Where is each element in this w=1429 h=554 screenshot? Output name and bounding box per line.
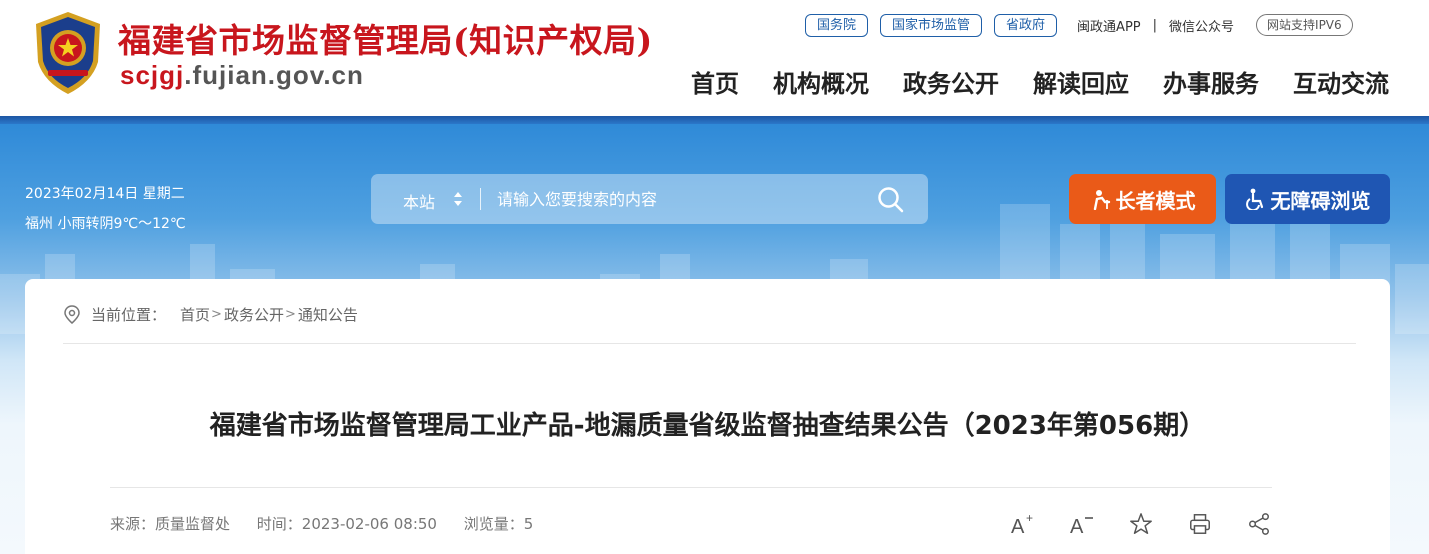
sort-caret-icon[interactable] [453, 190, 463, 208]
breadcrumb-separator: > [211, 307, 222, 322]
search-icon[interactable] [877, 186, 904, 213]
toplink-state-council[interactable]: 国务院 [805, 13, 869, 37]
nav-gov-affairs[interactable]: 政务公开 [903, 64, 999, 99]
article-card: 当前位置： 首页 > 政务公开 > 通知公告 福建省市场监督管理局工业产品-地漏… [25, 279, 1390, 554]
header-divider [0, 116, 1429, 124]
svg-text:A: A [1070, 516, 1084, 537]
svg-text:+: + [1026, 511, 1033, 525]
main-nav: 首页 机构概况 政务公开 解读回应 办事服务 互动交流 [691, 64, 1389, 99]
police-emblem-logo [36, 12, 100, 94]
elder-icon [1093, 190, 1110, 210]
breadcrumb: 当前位置： 首页 > 政务公开 > 通知公告 [63, 304, 358, 325]
breadcrumb-label: 当前位置： [91, 306, 167, 324]
nav-home[interactable]: 首页 [691, 64, 739, 99]
wheelchair-icon [1245, 188, 1263, 210]
nav-interpretation[interactable]: 解读回应 [1033, 64, 1129, 99]
ipv6-badge: 网站支持IPV6 [1256, 14, 1353, 36]
breadcrumb-gov-affairs[interactable]: 政务公开 [224, 304, 284, 325]
location-pin-icon [64, 304, 80, 324]
article-title: 福建省市场监督管理局工业产品-地漏质量省级监督抽查结果公告（2023年第056期… [209, 411, 1206, 441]
svg-text:A: A [1011, 516, 1025, 537]
accessible-browse-label: 无障碍浏览 [1270, 188, 1371, 213]
breadcrumb-separator: > [284, 307, 296, 322]
toplink-provincial-gov[interactable]: 省政府 [994, 13, 1058, 37]
search-scope-select[interactable]: 本站 [403, 189, 435, 213]
article-tools: A + A [1010, 511, 1272, 537]
current-date: 2023年02月14日 星期二 [25, 186, 185, 202]
site-domain: scjgj.fujian.gov.cn [120, 60, 364, 91]
app-link[interactable]: 闽政通APP [1077, 16, 1141, 35]
site-header: 福建省市场监督管理局(知识产权局) scjgj.fujian.gov.cn 国务… [0, 0, 1429, 116]
nav-interaction[interactable]: 互动交流 [1293, 64, 1389, 99]
accessible-browse-button[interactable]: 无障碍浏览 [1225, 174, 1390, 224]
link-separator: | [1152, 17, 1158, 33]
font-increase-icon[interactable]: A + [1010, 511, 1036, 537]
search-bar: 本站 [371, 174, 928, 224]
article-meta: 来源：质量监督处 时间：2023-02-06 08:50 浏览量：5 [110, 513, 555, 534]
article-views: 浏览量：5 [463, 515, 534, 533]
star-icon[interactable] [1128, 511, 1154, 537]
search-input[interactable] [497, 186, 847, 212]
breadcrumb-home[interactable]: 首页 [180, 304, 210, 325]
breadcrumb-notices[interactable]: 通知公告 [298, 304, 358, 325]
breadcrumb-divider [63, 343, 1356, 344]
domain-suffix: .fujian.gov.cn [184, 60, 364, 90]
domain-prefix: scjgj [120, 60, 185, 90]
print-icon[interactable] [1187, 511, 1213, 537]
top-links: 国务院 国家市场监管 省政府 闽政通APP | 微信公众号 网站支持IPV6 [805, 13, 1353, 37]
date-weather: 2023年02月14日 星期二 福州 小雨转阴9℃～12℃ [25, 179, 186, 239]
elder-mode-button[interactable]: 长者模式 [1069, 174, 1216, 224]
title-divider [110, 487, 1272, 488]
font-decrease-icon[interactable]: A [1069, 511, 1095, 537]
article-source: 来源：质量监督处 [110, 515, 231, 533]
wechat-link[interactable]: 微信公众号 [1169, 16, 1234, 35]
article-time: 时间：2023-02-06 08:50 [256, 515, 437, 533]
nav-organization[interactable]: 机构概况 [773, 64, 869, 99]
site-title: 福建省市场监督管理局(知识产权局) [118, 21, 653, 60]
nav-services[interactable]: 办事服务 [1163, 64, 1259, 99]
search-divider [480, 188, 481, 210]
toplink-samr[interactable]: 国家市场监管 [880, 13, 983, 37]
weather-info: 福州 小雨转阴9℃～12℃ [25, 216, 186, 232]
elder-mode-label: 长者模式 [1115, 188, 1196, 213]
share-icon[interactable] [1246, 511, 1272, 537]
